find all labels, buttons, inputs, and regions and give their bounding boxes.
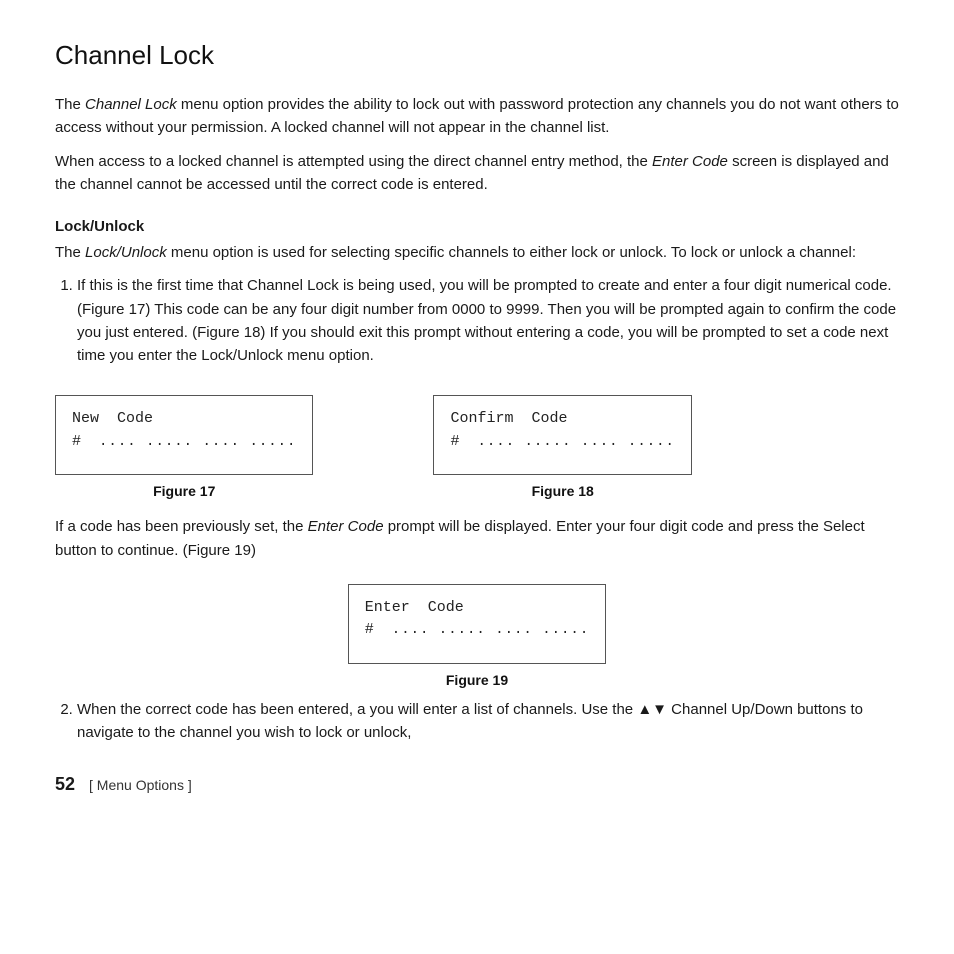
figure-17-caption: Figure 17 — [153, 483, 215, 499]
intro-paragraph-2: When access to a locked channel is attem… — [55, 150, 899, 197]
footer: 52 [ Menu Options ] — [55, 774, 899, 795]
figure-17-line2: # .... ..... .... ..... — [72, 431, 296, 454]
figure-19-caption: Figure 19 — [446, 672, 508, 688]
figure-19-line2: # .... ..... .... ..... — [365, 619, 589, 642]
figure-19-screen: Enter Code # .... ..... .... ..... — [348, 584, 606, 664]
section-heading-lock-unlock: Lock/Unlock — [55, 218, 899, 235]
list-item-2: When the correct code has been entered, … — [77, 698, 899, 745]
list-item-1: If this is the first time that Channel L… — [77, 274, 899, 367]
figure-18-screen: Confirm Code # .... ..... .... ..... — [433, 395, 691, 475]
term-enter-code: Enter Code — [652, 153, 728, 170]
instructions-list: If this is the first time that Channel L… — [55, 274, 899, 367]
figure-18-line1: Confirm Code — [450, 408, 674, 431]
figure-18-block: Confirm Code # .... ..... .... ..... Fig… — [433, 395, 691, 499]
figure-17-screen: New Code # .... ..... .... ..... — [55, 395, 313, 475]
figure-17-line1: New Code — [72, 408, 296, 431]
intro-paragraph-1: The Channel Lock menu option provides th… — [55, 93, 899, 140]
figure-19-block: Enter Code # .... ..... .... ..... Figur… — [348, 584, 606, 688]
figure-19-row: Enter Code # .... ..... .... ..... Figur… — [55, 584, 899, 688]
between-text: If a code has been previously set, the E… — [55, 515, 899, 562]
section-intro-text: The Lock/Unlock menu option is used for … — [55, 241, 899, 264]
term-enter-code-2: Enter Code — [308, 518, 384, 535]
instructions-list-2: When the correct code has been entered, … — [55, 698, 899, 745]
figure-17-block: New Code # .... ..... .... ..... Figure … — [55, 395, 313, 499]
term-channel-lock: Channel Lock — [85, 96, 177, 113]
page-number: 52 — [55, 774, 75, 795]
term-lock-unlock: Lock/Unlock — [85, 244, 167, 261]
figures-row-17-18: New Code # .... ..... .... ..... Figure … — [55, 395, 899, 499]
footer-section-label: [ Menu Options ] — [89, 777, 192, 793]
page-title: Channel Lock — [55, 40, 899, 71]
figure-18-line2: # .... ..... .... ..... — [450, 431, 674, 454]
figure-19-line1: Enter Code — [365, 597, 589, 620]
figure-18-caption: Figure 18 — [532, 483, 594, 499]
